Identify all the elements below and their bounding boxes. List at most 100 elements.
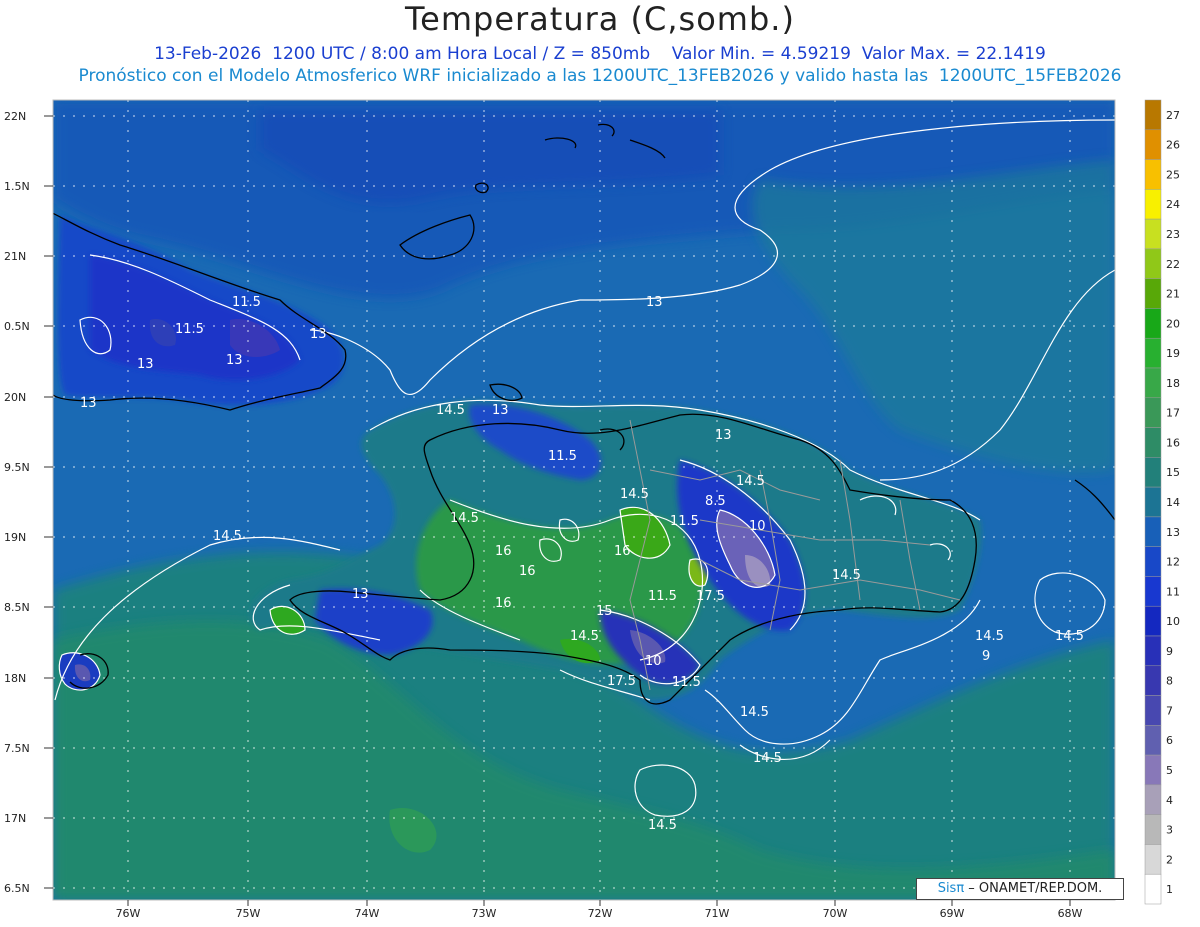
contour-label: 11.5 [175, 322, 204, 337]
colorbar-swatch [1144, 159, 1162, 190]
lat-label: 17N [4, 812, 26, 825]
colorbar-label: 4 [1166, 794, 1173, 807]
colorbar-swatch [1144, 189, 1162, 220]
colorbar-label: 1 [1166, 883, 1173, 896]
lat-label: 9.5N [4, 461, 30, 474]
longitude-labels: 76W 75W 74W 73W 72W 71W 70W 69W 68W [116, 907, 1083, 920]
lat-label: 22N [4, 110, 26, 123]
contour-label: 13 [492, 403, 509, 418]
colorbar-label: 15 [1166, 466, 1180, 479]
colorbar-label: 12 [1166, 556, 1180, 569]
contour-label: 13 [226, 353, 243, 368]
colorbar-label: 26 [1166, 139, 1180, 152]
colorbar-label: 23 [1166, 228, 1180, 241]
colorbar: 2726252423222120191817161514131211109876… [1144, 99, 1180, 905]
lat-label: 19N [4, 531, 26, 544]
colorbar-swatch [1144, 546, 1162, 577]
colorbar-label: 27 [1166, 109, 1180, 122]
colorbar-label: 3 [1166, 824, 1173, 837]
contour-label: 13 [137, 357, 154, 372]
lat-label: 18N [4, 672, 26, 685]
colorbar-swatch [1144, 99, 1162, 131]
colorbar-label: 18 [1166, 377, 1180, 390]
contour-label: 16 [519, 564, 536, 579]
contour-label: 13 [715, 428, 732, 443]
contour-label: 14.5 [648, 818, 677, 833]
credit-box: Sisπ – ONAMET/REP.DOM. [916, 878, 1124, 900]
lon-label: 75W [236, 907, 261, 920]
lon-label: 69W [940, 907, 965, 920]
colorbar-swatch [1144, 814, 1162, 845]
lon-label: 71W [705, 907, 730, 920]
colorbar-label: 11 [1166, 585, 1180, 598]
colorbar-label: 25 [1166, 168, 1180, 181]
contour-label: 14.5 [975, 629, 1004, 644]
colorbar-label: 9 [1166, 645, 1173, 658]
colorbar-label: 20 [1166, 317, 1180, 330]
contour-label: 15 [596, 604, 613, 619]
colorbar-swatch [1144, 367, 1162, 399]
contour-label: 14.5 [570, 629, 599, 644]
contour-label: 13 [80, 396, 97, 411]
colorbar-label: 5 [1166, 764, 1173, 777]
colorbar-swatch [1144, 605, 1162, 637]
colorbar-label: 22 [1166, 258, 1180, 271]
colorbar-swatch [1144, 248, 1162, 279]
contour-label: 11.5 [672, 675, 701, 690]
colorbar-label: 19 [1166, 347, 1180, 360]
contour-label: 13 [352, 587, 369, 602]
temperature-map: 11.5 11.5 13 13 13 13 13 14.5 13 11.5 14… [4, 99, 1180, 920]
colorbar-swatch [1144, 427, 1162, 458]
latitude-labels: 22N 1.5N 21N 0.5N 20N 9.5N 19N 8.5N 18N … [4, 110, 30, 895]
lon-label: 72W [588, 907, 613, 920]
lat-label: 0.5N [4, 320, 30, 333]
colorbar-swatch [1144, 278, 1162, 309]
colorbar-swatch [1144, 576, 1162, 607]
lat-label: 21N [4, 250, 26, 263]
colorbar-label: 8 [1166, 675, 1173, 688]
colorbar-swatch [1144, 397, 1162, 428]
contour-label: 16 [614, 544, 631, 559]
colorbar-swatch [1144, 457, 1162, 488]
colorbar-label: 13 [1166, 526, 1180, 539]
colorbar-label: 24 [1166, 198, 1180, 211]
colorbar-label: 16 [1166, 436, 1180, 449]
colorbar-swatch [1144, 516, 1162, 547]
colorbar-label: 17 [1166, 407, 1180, 420]
lat-label: 8.5N [4, 601, 30, 614]
contour-label: 14.5 [736, 474, 765, 489]
colorbar-label: 6 [1166, 734, 1173, 747]
contour-label: 14.5 [740, 705, 769, 720]
colorbar-swatch [1144, 218, 1162, 250]
colorbar-swatch [1144, 844, 1162, 875]
contour-label: 13 [310, 327, 327, 342]
colorbar-swatch [1144, 784, 1162, 815]
lon-label: 68W [1058, 907, 1083, 920]
lat-label: 7.5N [4, 742, 30, 755]
contour-label: 14.5 [753, 751, 782, 766]
colorbar-swatch [1144, 308, 1162, 339]
lon-label: 76W [116, 907, 141, 920]
contour-label: 13 [646, 295, 663, 310]
contour-label: 11.5 [648, 589, 677, 604]
contour-label: 11.5 [232, 295, 261, 310]
colorbar-swatch [1144, 754, 1162, 786]
contour-label: 8.5 [705, 494, 726, 509]
colorbar-swatch [1144, 635, 1162, 667]
lat-label: 1.5N [4, 180, 30, 193]
lat-label: 6.5N [4, 882, 30, 895]
lon-ticks [127, 900, 1071, 906]
colorbar-label: 2 [1166, 853, 1173, 866]
contour-label: 14.5 [450, 511, 479, 526]
contour-label: 11.5 [670, 514, 699, 529]
contour-label: 10 [749, 519, 766, 534]
lat-label: 20N [4, 391, 26, 404]
contour-label: 16 [495, 544, 512, 559]
colorbar-swatch [1144, 129, 1162, 160]
lon-label: 73W [472, 907, 497, 920]
contour-label: 14.5 [832, 568, 861, 583]
colorbar-swatch [1144, 725, 1162, 756]
colorbar-swatch [1144, 695, 1162, 726]
contour-label: 14.5 [620, 487, 649, 502]
contour-label: 17.5 [607, 674, 636, 689]
